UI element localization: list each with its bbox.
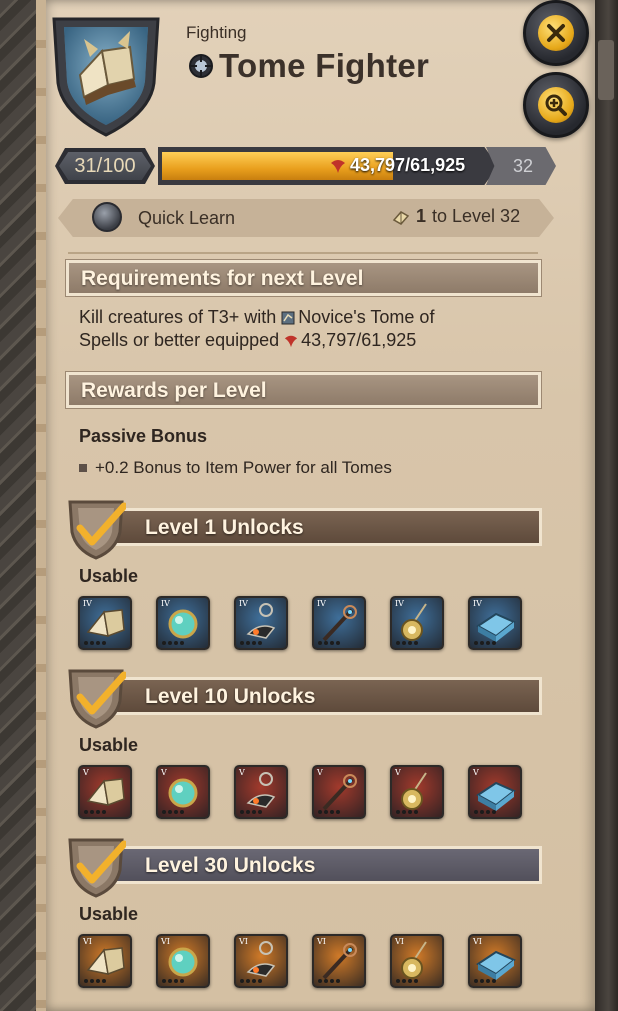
enchant-dots [318,641,340,645]
unlock-title: Level 30 Unlocks [145,854,316,877]
item-staff[interactable]: IV [312,596,366,650]
unlock-items: IV IV IV IV IV IV [78,596,522,650]
enchant-dots [318,979,340,983]
tome-of-insight-icon [392,210,410,225]
enchant-dots [162,979,184,983]
right-frame [594,0,618,1011]
item-censer[interactable]: IV [390,596,444,650]
enchant-dots [240,810,262,814]
passive-bonus-item: +0.2 Bonus to Item Power for all Tomes [79,458,392,478]
enchant-dots [396,641,418,645]
tome-item-icon [281,311,295,325]
next-level-text: 32 [512,155,534,176]
checkmark-shield-icon [68,838,126,898]
requirements-text: Kill creatures of T3+ with Novice's Tome… [79,306,529,352]
quick-learn-icon[interactable] [92,202,122,232]
quick-learn-cost: 1 to Level 32 [392,206,520,227]
requirements-header-text: Requirements for next Level [81,267,364,290]
req-fame: 43,797/61,925 [301,330,417,350]
tome-target: to Level 32 [432,206,521,226]
title-row: Tome Fighter [188,47,429,85]
passive-bonus-text: +0.2 Bonus to Item Power for all Tomes [95,458,392,477]
right-tab[interactable] [598,40,614,100]
unlock-header: Level 30 Unlocks [106,846,542,884]
req-item-name: Novice's Tome of [298,307,435,327]
bullet-icon [79,464,87,472]
enchant-dots [318,810,340,814]
item-lamp-torch[interactable]: IV [234,596,288,650]
fame-icon [331,159,345,173]
current-level-badge: 31/100 [55,148,155,184]
unlock-section: Level 10 Unlocks Usable V V V V V V [66,667,546,827]
fame-current: 43,797 [350,155,406,175]
tome-crest-icon [52,17,160,137]
tome-count: 1 [416,206,427,226]
item-staff[interactable]: V [312,765,366,819]
item-censer[interactable]: V [390,765,444,819]
enchant-dots [84,641,106,645]
close-button[interactable] [523,0,589,66]
item-arcane-orb[interactable]: V [156,765,210,819]
enchant-dots [84,810,106,814]
page-title: Tome Fighter [219,47,430,84]
item-arcane-orb[interactable]: IV [156,596,210,650]
enchant-dots [474,641,496,645]
enchant-dots [396,979,418,983]
unlock-title: Level 10 Unlocks [145,685,316,708]
item-tome-of-spells[interactable]: V [78,765,132,819]
item-tome-of-spells[interactable]: IV [78,596,132,650]
unlock-items: V V V V V V [78,765,522,819]
req-line2-prefix: Spells or better equipped [79,330,280,350]
unlock-items: VI VI VI VI VI VI [78,934,522,988]
usable-label: Usable [79,735,139,755]
item-crystal-book[interactable]: VI [468,934,522,988]
usable-label: Usable [79,566,139,586]
enchant-dots [162,810,184,814]
unlock-header: Level 1 Unlocks [106,508,542,546]
enchant-dots [84,979,106,983]
item-crystal-book[interactable]: IV [468,596,522,650]
unlock-header: Level 10 Unlocks [106,677,542,715]
zoom-button[interactable] [523,72,589,138]
item-crystal-book[interactable]: V [468,765,522,819]
item-lamp-torch[interactable]: VI [234,934,288,988]
quick-learn-label[interactable]: Quick Learn [138,208,235,229]
req-line1-prefix: Kill creatures of T3+ with [79,307,277,327]
category-label: Fighting [186,23,247,42]
divider [68,252,538,254]
requirements-header: Requirements for next Level [66,260,541,296]
enchant-dots [474,810,496,814]
checkmark-shield-icon [68,669,126,729]
item-staff[interactable]: VI [312,934,366,988]
item-arcane-orb[interactable]: VI [156,934,210,988]
enchant-dots [240,979,262,983]
enchant-dots [162,641,184,645]
fame-progress-text: 43,797/61,925 [330,155,465,176]
current-level-text: 31/100 [74,154,136,177]
unlock-section: Level 30 Unlocks Usable VI VI VI VI VI V… [66,836,546,996]
checkmark-shield-icon [68,500,126,560]
rewards-header: Rewards per Level [66,372,541,408]
item-lamp-torch[interactable]: V [234,765,288,819]
item-tome-of-spells[interactable]: VI [78,934,132,988]
usable-label: Usable [79,904,139,924]
passive-bonus-title: Passive Bonus [79,426,208,446]
unlock-title: Level 1 Unlocks [145,516,304,539]
fame-total: /61,925 [405,155,466,175]
fame-icon [285,335,298,348]
enchant-dots [240,641,262,645]
unlock-section: Level 1 Unlocks Usable IV IV IV IV IV IV [66,498,546,658]
enchant-dots [474,979,496,983]
close-icon [547,24,565,42]
rewards-header-text: Rewards per Level [81,379,267,402]
next-level-badge: 32 [486,147,556,185]
enchant-dots [396,810,418,814]
magnifier-plus-icon [545,94,567,116]
crosshair-icon [189,54,213,78]
item-censer[interactable]: VI [390,934,444,988]
